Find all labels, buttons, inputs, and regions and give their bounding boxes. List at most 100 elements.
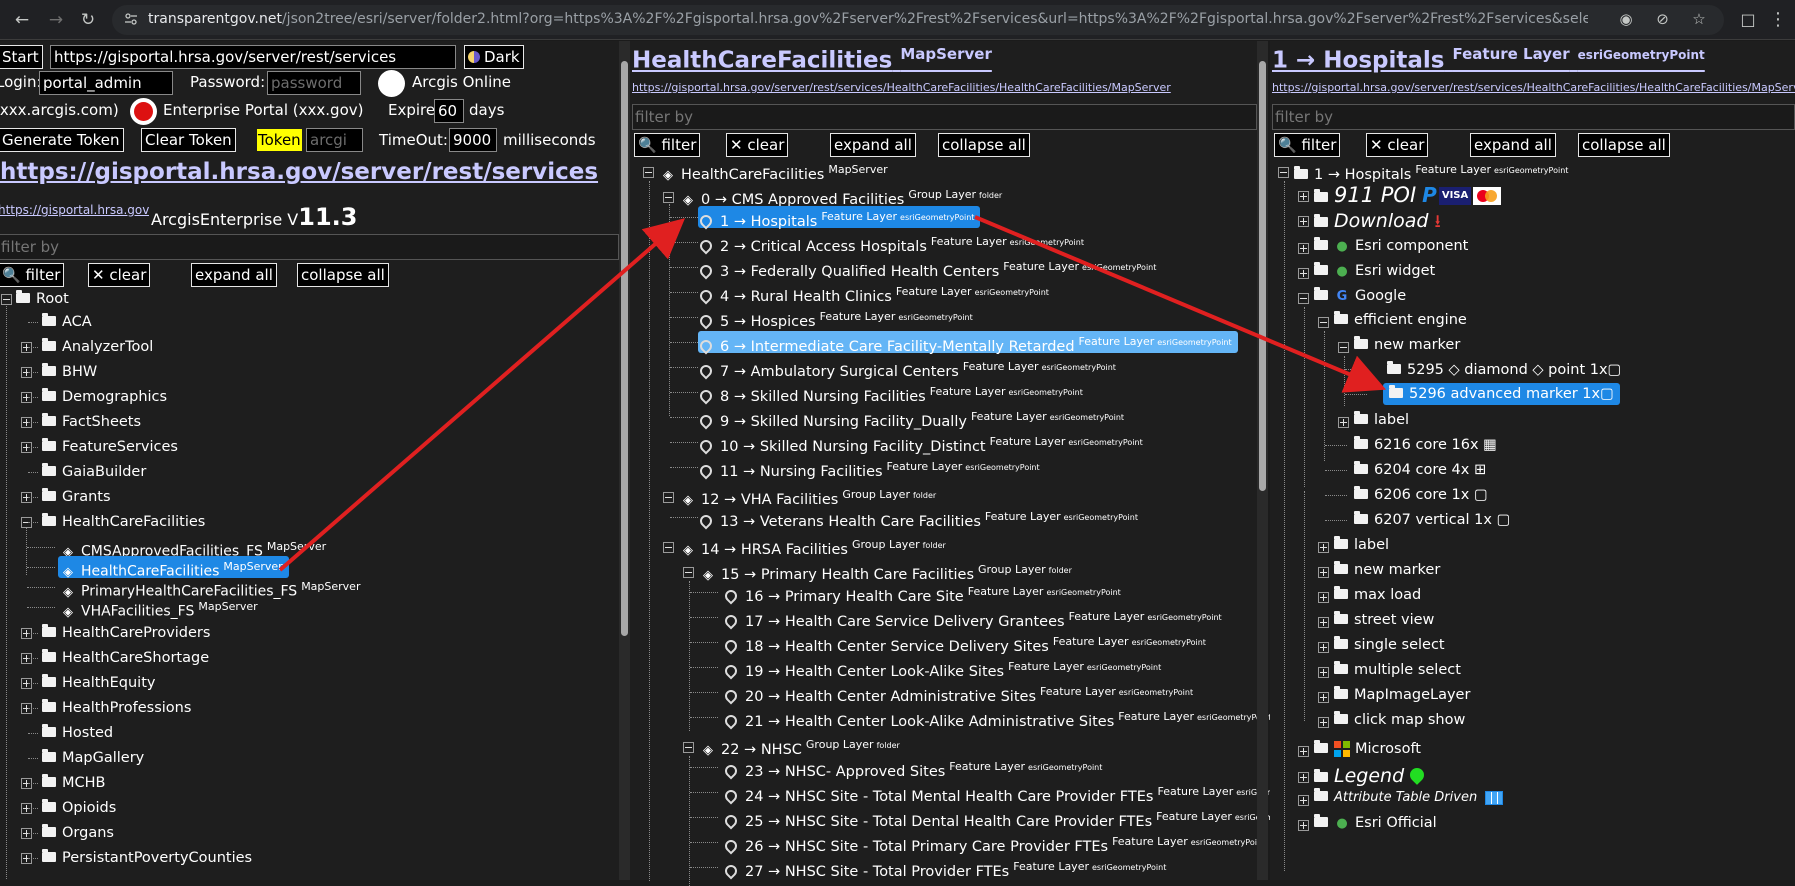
- group-cms[interactable]: ◈ 0 → CMS Approved Facilities Group Layer f…: [680, 184, 1002, 208]
- core-6216-item[interactable]: 6216 core 16x ▦: [1354, 434, 1497, 456]
- layer-item[interactable]: 7 → Ambulatory Surgical Centers Feature L…: [697, 356, 1116, 380]
- tree-item[interactable]: HealthProfessions: [42, 697, 191, 719]
- tree-item[interactable]: Grants: [42, 486, 111, 508]
- layer-item[interactable]: 16 → Primary Health Care Site Feature Lay…: [722, 581, 1121, 605]
- timeout-input[interactable]: 9000: [449, 128, 497, 152]
- mapserver-url[interactable]: https://gisportal.hrsa.gov/server/rest/s…: [632, 81, 1252, 94]
- tree-toggle[interactable]: [1298, 191, 1309, 202]
- tree-item[interactable]: HealthCareFacilities: [42, 511, 205, 533]
- tree-item[interactable]: HealthCareProviders: [42, 622, 210, 644]
- tree-toggle[interactable]: [1318, 692, 1329, 703]
- group-hrsa[interactable]: ◈ 14 → HRSA Facilities Group Layer folder: [680, 534, 946, 558]
- tree-item[interactable]: AnalyzerTool: [42, 336, 153, 358]
- tree-toggle[interactable]: [1318, 617, 1329, 628]
- service-item[interactable]: ◈ HealthCareFacilities MapServer: [58, 556, 289, 580]
- layer-item[interactable]: 10 → Skilled Nursing Facility_Distinct Fe…: [697, 431, 1143, 455]
- layer-item[interactable]: 1 → Hospitals Feature Layer esriGeometryPo…: [697, 206, 981, 230]
- tree-item[interactable]: FeatureServices: [42, 436, 178, 458]
- layer-item[interactable]: 18 → Health Center Service Delivery Site…: [722, 631, 1206, 655]
- new-marker-item[interactable]: new marker: [1354, 334, 1460, 356]
- tree-item[interactable]: FactSheets: [42, 411, 141, 433]
- tree-root[interactable]: Root: [16, 288, 69, 310]
- address-bar[interactable]: transparentgov.net/json2tree/esri/server…: [112, 5, 1724, 35]
- layer-item[interactable]: 8 → Skilled Nursing Facilities Feature La…: [697, 381, 1083, 405]
- group-primary[interactable]: ◈ 15 → Primary Health Care Facilities Grou…: [700, 559, 1072, 583]
- middle-filter-input[interactable]: filter by: [632, 104, 1257, 130]
- site-info-icon[interactable]: [124, 12, 138, 26]
- token-input[interactable]: arcgi: [306, 128, 363, 152]
- services-root-link[interactable]: https://gisportal.hrsa.gov/server/rest/s…: [0, 159, 598, 185]
- attribute-table-item[interactable]: Attribute Table Driven: [1314, 787, 1504, 809]
- middle-filter-button[interactable]: 🔍 filter: [634, 133, 701, 157]
- tree-toggle[interactable]: [663, 492, 674, 503]
- layer-item[interactable]: 24 → NHSC Site - Total Mental Health Car…: [722, 781, 1311, 805]
- password-key-icon[interactable]: ◉: [1615, 10, 1637, 28]
- layer-title[interactable]: 1 → Hospitals Feature Layer esriGeometry…: [1272, 45, 1705, 74]
- mapserver-title[interactable]: HealthCareFacilities MapServer: [632, 45, 992, 74]
- middle-expand-all-button[interactable]: expand all: [830, 133, 916, 157]
- layer-item[interactable]: 26 → NHSC Site - Total Primary Care Prov…: [722, 831, 1265, 855]
- left-pane-scrollbar[interactable]: [619, 41, 630, 880]
- layer-item[interactable]: 5 → Hospices Feature Layer esriGeometryPoi…: [697, 306, 973, 330]
- tree-toggle[interactable]: [1338, 342, 1349, 353]
- esri-widget-item[interactable]: ● Esri widget: [1314, 260, 1435, 282]
- layer-item[interactable]: 2 → Critical Access Hospitals Feature Lay…: [697, 231, 1084, 255]
- tree-item[interactable]: Hosted: [42, 722, 113, 744]
- tree-toggle[interactable]: [1298, 772, 1309, 783]
- tree-toggle[interactable]: [1318, 317, 1329, 328]
- core-6207-item[interactable]: 6207 vertical 1x ▢: [1354, 509, 1510, 531]
- click-map-show-item[interactable]: click map show: [1334, 709, 1465, 731]
- label-item[interactable]: label: [1354, 409, 1409, 431]
- tree-toggle[interactable]: [1298, 746, 1309, 757]
- expire-input[interactable]: 60: [434, 99, 464, 123]
- max-load-item[interactable]: max load: [1334, 584, 1421, 606]
- layer-item[interactable]: 19 → Health Center Look-Alike Sites Featu…: [722, 656, 1161, 680]
- tree-toggle[interactable]: [1298, 243, 1309, 254]
- layer-item[interactable]: 20 → Health Center Administrative Sites F…: [722, 681, 1193, 705]
- left-clear-button[interactable]: ✕ clear: [88, 263, 151, 287]
- start-button[interactable]: Start: [0, 45, 43, 69]
- clear-token-button[interactable]: Clear Token: [141, 128, 236, 152]
- middle-pane-scrollbar[interactable]: [1257, 41, 1268, 880]
- tree-item[interactable]: MCHB: [42, 772, 106, 794]
- esri-component-item[interactable]: ● Esri component: [1314, 235, 1468, 257]
- layer-item[interactable]: 11 → Nursing Facilities Feature Layer esri…: [697, 456, 1040, 480]
- dark-mode-button[interactable]: Dark: [464, 45, 524, 69]
- tree-toggle[interactable]: [1318, 567, 1329, 578]
- reload-icon[interactable]: ↻: [76, 8, 100, 32]
- star-icon[interactable]: ☆: [1688, 10, 1710, 28]
- generate-token-button[interactable]: Generate Token: [0, 128, 124, 152]
- group-vha[interactable]: ◈ 12 → VHA Facilities Group Layer folder: [680, 484, 936, 508]
- microsoft-item[interactable]: Microsoft: [1314, 738, 1421, 760]
- service-item[interactable]: ◈ PrimaryHealthCareFacilities_FS MapServer: [60, 576, 360, 600]
- single-select-item[interactable]: single select: [1334, 634, 1445, 656]
- layer-item[interactable]: 13 → Veterans Health Care Facilities Feat…: [697, 506, 1138, 530]
- password-input[interactable]: password: [267, 71, 361, 95]
- new-marker-2-item[interactable]: new marker: [1334, 559, 1440, 581]
- tree-item[interactable]: PersistantPovertyCounties: [42, 847, 252, 869]
- arcgis-online-radio[interactable]: [378, 70, 405, 97]
- layer-root[interactable]: 1 → Hospitals Feature Layer esriGeometryPo…: [1294, 159, 1568, 183]
- layer-item[interactable]: 23 → NHSC- Approved Sites Feature Layer es…: [722, 756, 1102, 780]
- eye-off-icon[interactable]: ⊘: [1652, 10, 1674, 28]
- layer-item[interactable]: 25 → NHSC Site - Total Dental Health Car…: [722, 806, 1309, 830]
- tree-item[interactable]: HealthCareShortage: [42, 647, 209, 669]
- layer-item[interactable]: 3 → Federally Qualified Health Centers Fe…: [697, 256, 1156, 280]
- forward-icon[interactable]: →: [44, 8, 68, 32]
- right-clear-button[interactable]: ✕ clear: [1366, 133, 1429, 157]
- core-6204-item[interactable]: 6204 core 4x ⊞: [1354, 459, 1486, 481]
- left-filter-button[interactable]: 🔍 filter: [0, 263, 65, 287]
- layer-item[interactable]: 17 → Health Care Service Delivery Grante…: [722, 606, 1222, 630]
- tree-toggle[interactable]: [1298, 268, 1309, 279]
- service-item[interactable]: ◈ VHAFacilities_FS MapServer: [60, 596, 258, 620]
- tree-toggle[interactable]: [1318, 542, 1329, 553]
- tree-toggle[interactable]: [683, 567, 694, 578]
- tree-item[interactable]: BHW: [42, 361, 97, 383]
- tree-toggle[interactable]: [1318, 642, 1329, 653]
- back-icon[interactable]: ←: [10, 8, 34, 32]
- tree-toggle[interactable]: [1318, 592, 1329, 603]
- right-filter-input[interactable]: filter by: [1272, 104, 1795, 130]
- tree-toggle[interactable]: [663, 192, 674, 203]
- portal-link[interactable]: https://gisportal.hrsa.gov: [0, 203, 149, 217]
- right-expand-all-button[interactable]: expand all: [1470, 133, 1556, 157]
